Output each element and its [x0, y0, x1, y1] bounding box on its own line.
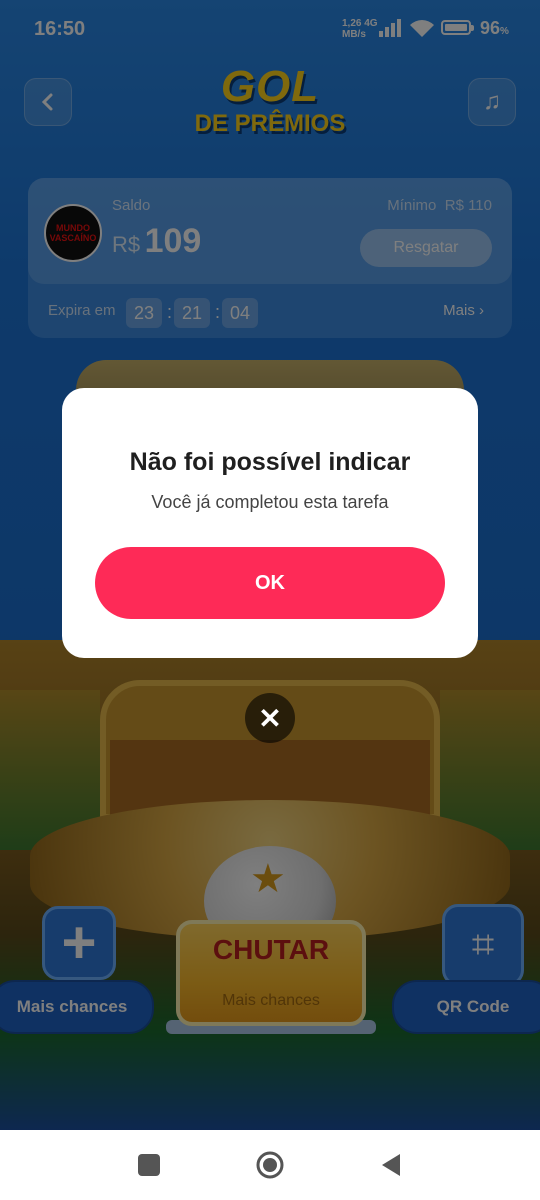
- ok-button[interactable]: OK: [95, 547, 445, 619]
- back-nav-icon[interactable]: [380, 1152, 402, 1178]
- dialog-message: Você já completou esta tarefa: [151, 492, 389, 512]
- app-screen: 16:50 1,26 4G MB/s 96% GOL DE PRÊMIOS ♫ …: [0, 0, 540, 1130]
- system-nav-bar: [0, 1130, 540, 1200]
- close-icon[interactable]: ✕: [245, 693, 295, 743]
- home-icon[interactable]: [256, 1151, 284, 1179]
- dialog-title: Não foi possível indicar: [129, 448, 411, 476]
- error-dialog: Não foi possível indicar Você já complet…: [62, 388, 478, 658]
- recent-apps-icon[interactable]: [138, 1154, 160, 1176]
